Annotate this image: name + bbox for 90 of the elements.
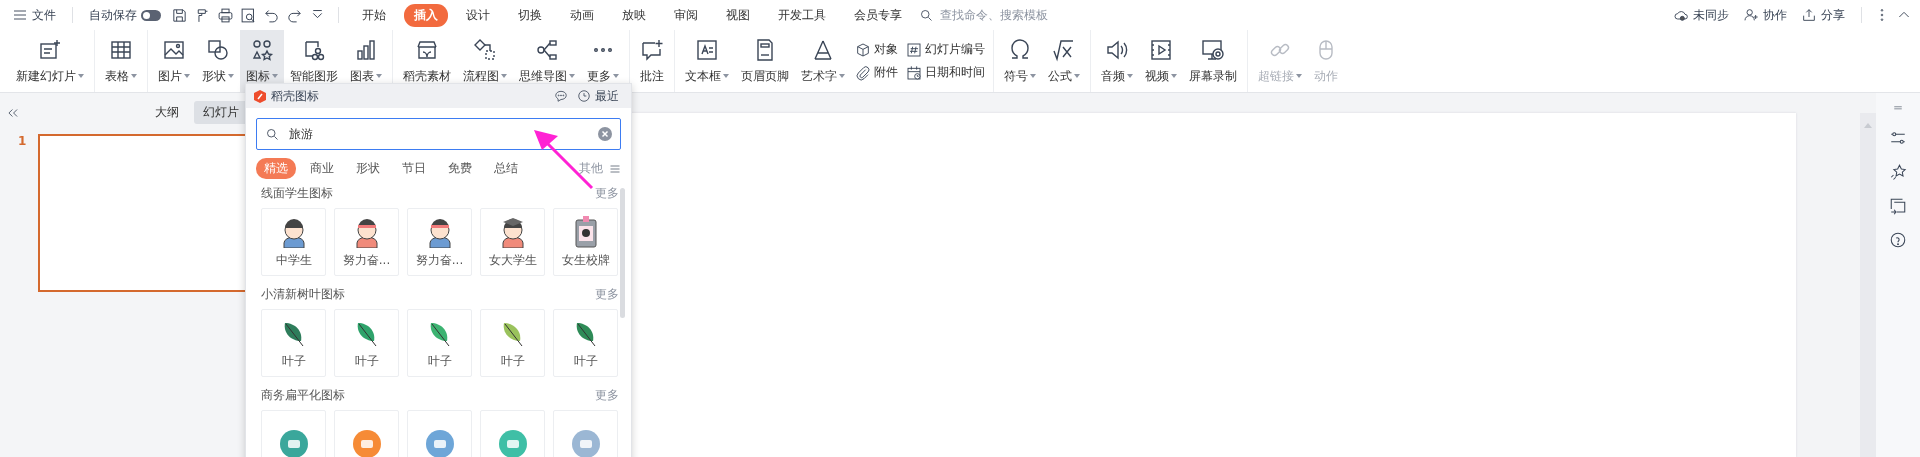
ribbon-button[interactable]: 视频 <box>1139 30 1183 92</box>
star-icon[interactable] <box>1889 163 1907 181</box>
ribbon-tab[interactable]: 视图 <box>716 3 760 27</box>
chat-icon[interactable] <box>554 89 568 103</box>
icon-card[interactable]: 女大学生 <box>480 208 545 276</box>
ribbon-tab[interactable]: 审阅 <box>664 3 708 27</box>
scrollbar[interactable] <box>1860 113 1876 457</box>
search-field[interactable]: 查找命令、搜索模板 <box>940 8 1100 22</box>
ribbon-button[interactable]: 符号 <box>998 30 1042 92</box>
clear-icon[interactable] <box>598 127 612 141</box>
print-preview-icon[interactable] <box>240 6 257 24</box>
icon-card[interactable]: 叶子 <box>553 309 618 377</box>
ribbon-button[interactable]: 附件 <box>855 64 898 81</box>
ribbon-button[interactable]: 批注 <box>634 30 670 92</box>
paperclip-icon[interactable] <box>855 64 871 81</box>
ribbon-button[interactable]: 对象 <box>855 41 898 58</box>
file-menu[interactable]: 文件 <box>8 4 60 26</box>
slide-cast-icon[interactable] <box>1889 197 1907 215</box>
logo-icon <box>254 89 266 103</box>
icon-card[interactable]: 中学生 <box>261 208 326 276</box>
ribbon-button[interactable]: 音频 <box>1095 30 1139 92</box>
scrollbar[interactable] <box>620 188 625 318</box>
ribbon-button[interactable]: 图片 <box>152 30 196 92</box>
icon-card[interactable]: 努力奋... <box>407 208 472 276</box>
ribbon-button[interactable]: 形状 <box>196 30 240 92</box>
filter-tab[interactable]: 形状 <box>348 158 388 179</box>
ribbon-tab[interactable]: 动画 <box>560 3 604 27</box>
share-button[interactable]: 分享 <box>1797 4 1849 26</box>
ribbon-tab[interactable]: 开发工具 <box>768 3 836 27</box>
sliders-icon[interactable] <box>1889 129 1907 147</box>
icon-card[interactable]: 努力奋... <box>334 208 399 276</box>
new-slide-icon[interactable] <box>38 37 62 62</box>
calendar-icon[interactable] <box>906 64 922 81</box>
icon-card[interactable]: 叶子 <box>334 309 399 377</box>
flowchart-icon[interactable] <box>473 37 497 62</box>
pane-tab[interactable]: 幻灯片 <box>194 101 248 124</box>
ribbon-tab[interactable]: 设计 <box>456 3 500 27</box>
ribbon-tab[interactable]: 切换 <box>508 3 552 27</box>
pane-tab[interactable]: 大纲 <box>146 101 188 124</box>
ribbon-button[interactable]: 图表 <box>344 30 388 92</box>
add-user-icon[interactable] <box>1743 7 1759 23</box>
icon-card[interactable]: 女生校牌 <box>553 208 618 276</box>
ribbon-button[interactable]: 表格 <box>99 30 143 92</box>
ribbon-button[interactable]: 文本框 <box>679 30 735 92</box>
bar-chart-icon[interactable] <box>354 37 378 62</box>
ribbon-button[interactable]: 幻灯片编号 <box>906 41 985 58</box>
icon-card[interactable]: 叶子 <box>261 309 326 377</box>
omega-icon[interactable] <box>1008 37 1032 62</box>
formula-icon[interactable] <box>1052 37 1076 62</box>
print-icon[interactable] <box>217 6 234 24</box>
icon-card[interactable]: 叶子 <box>407 309 472 377</box>
ribbon-button[interactable]: 艺术字 <box>795 30 851 92</box>
share-icon[interactable] <box>1801 7 1817 23</box>
ribbon-button[interactable]: 页眉页脚 <box>735 30 795 92</box>
hash-icon[interactable] <box>906 41 922 58</box>
ribbon-tab[interactable]: 开始 <box>352 3 396 27</box>
save-icon[interactable] <box>171 6 188 24</box>
slide-number: 1 <box>18 134 26 150</box>
ribbon-button[interactable]: 日期和时间 <box>906 64 985 81</box>
screen-record-icon[interactable] <box>1201 37 1225 62</box>
search-icon[interactable] <box>919 7 934 23</box>
icons-icon[interactable] <box>250 37 274 62</box>
cube-icon[interactable] <box>855 41 871 58</box>
filter-tab[interactable]: 商业 <box>302 158 342 179</box>
ribbon-button[interactable]: 流程图 <box>457 30 513 92</box>
ribbon-button[interactable]: 稻壳素材 <box>397 30 457 92</box>
mind-map-icon[interactable] <box>535 37 559 62</box>
filter-tab[interactable]: 免费 <box>440 158 480 179</box>
shapes-icon[interactable] <box>206 37 230 62</box>
sync-status[interactable]: 未同步 <box>1669 4 1733 26</box>
filter-tab[interactable]: 节日 <box>394 158 434 179</box>
section-title: 商务扁平化图标 <box>261 387 345 404</box>
ribbon-button[interactable]: 屏幕录制 <box>1183 30 1243 92</box>
section-title: 线面学生图标 <box>261 185 333 202</box>
video-icon[interactable] <box>1149 37 1173 62</box>
ribbon-button[interactable]: 公式 <box>1042 30 1086 92</box>
clock-icon[interactable] <box>577 89 591 103</box>
ribbon-tab[interactable]: 放映 <box>612 3 656 27</box>
ribbon-button[interactable]: 新建幻灯片 <box>10 30 90 92</box>
icon-card[interactable]: 叶子 <box>480 309 545 377</box>
help-icon[interactable] <box>1889 231 1907 249</box>
search-icon[interactable] <box>265 127 280 142</box>
collaborate-button[interactable]: 协作 <box>1739 4 1791 26</box>
ribbon-tab[interactable]: 会员专享 <box>844 3 912 27</box>
icon-search-field[interactable]: 旅游 <box>256 118 621 150</box>
section-title: 小清新树叶图标 <box>261 286 345 303</box>
text-box-icon[interactable] <box>695 37 719 62</box>
autosave-toggle[interactable]: 自动保存 <box>85 4 165 26</box>
comment-icon[interactable] <box>640 37 664 62</box>
filter-tab[interactable]: 总结 <box>486 158 526 179</box>
